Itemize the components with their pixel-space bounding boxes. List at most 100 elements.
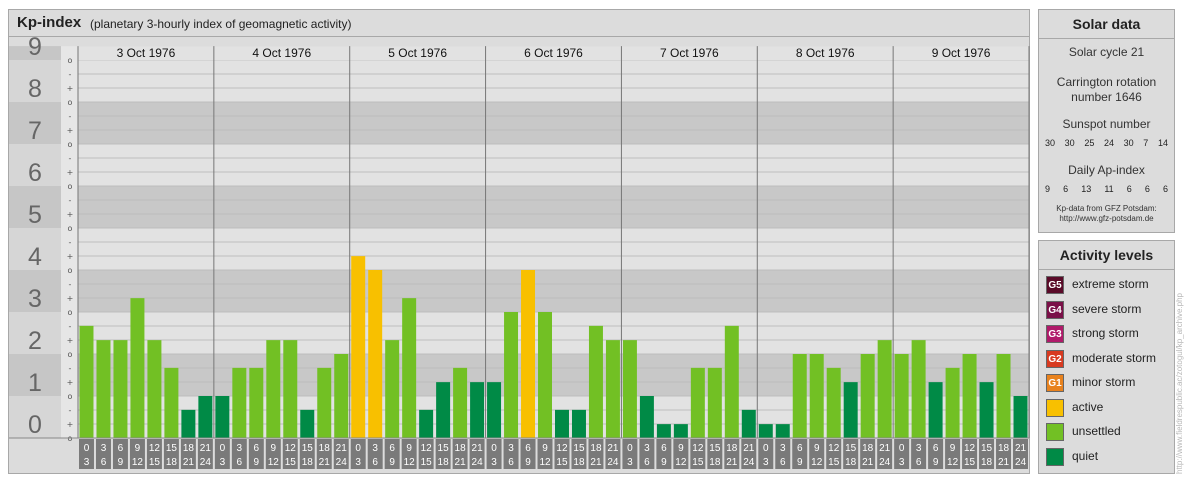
thirds-mark: -: [69, 322, 72, 331]
legend-swatch: G3: [1046, 325, 1064, 343]
sunspot-value: 24: [1103, 138, 1114, 148]
interval-end-label: 18: [845, 457, 857, 468]
y-tick-label: 6: [28, 159, 42, 187]
interval-start-label: 3: [916, 443, 922, 454]
kp-bar: [928, 382, 943, 438]
sunspot-value: 14: [1157, 138, 1168, 148]
interval-end-label: 6: [916, 457, 922, 468]
interval-end-label: 12: [268, 457, 280, 468]
legend-swatch: [1046, 423, 1064, 441]
interval-end-label: 15: [692, 457, 704, 468]
kp-bar: [605, 340, 620, 438]
interval-end-label: 18: [981, 457, 993, 468]
legend-label: minor storm: [1072, 375, 1136, 389]
interval-end-label: 3: [763, 457, 769, 468]
interval-end-label: 12: [811, 457, 823, 468]
interval-start-label: 0: [627, 443, 633, 454]
kp-bar: [96, 340, 111, 438]
sunspot-value: 30: [1045, 138, 1056, 148]
y-tick-label: 0: [28, 411, 42, 439]
activity-levels-title: Activity levels: [1039, 241, 1174, 270]
interval-end-label: 21: [590, 457, 602, 468]
interval-start-label: 15: [981, 443, 993, 454]
interval-end-label: 3: [899, 457, 905, 468]
kp-bar: [758, 424, 773, 438]
kp-bar: [300, 409, 315, 438]
interval-end-label: 24: [336, 457, 348, 468]
kp-bar: [690, 367, 705, 438]
thirds-mark: +: [67, 126, 74, 135]
interval-start-label: 0: [491, 443, 497, 454]
y-tick-label: 4: [28, 243, 42, 271]
legend-label: severe storm: [1072, 301, 1142, 316]
thirds-mark: +: [67, 252, 74, 261]
interval-end-label: 15: [556, 457, 568, 468]
interval-start-label: 12: [285, 443, 297, 454]
sunspot-values: 30 30 25 24 30 7 14: [1045, 138, 1168, 148]
kp-band: [78, 270, 1029, 312]
kp-bar: [1013, 396, 1028, 438]
thirds-mark: o: [68, 392, 73, 401]
interval-end-label: 15: [285, 457, 297, 468]
sunspot-label: Sunspot number: [1062, 117, 1151, 131]
interval-end-label: 18: [709, 457, 721, 468]
kp-bar: [996, 354, 1011, 438]
data-source-line2: http://www.gfz-potsdam.de: [1059, 214, 1154, 223]
thirds-mark: -: [69, 280, 72, 289]
interval-start-label: 18: [319, 443, 331, 454]
kp-bar: [504, 312, 519, 438]
solar-data-panel: Solar data Solar cycle 21 Carrington rot…: [1038, 9, 1175, 233]
kp-bar: [334, 354, 349, 438]
kp-bar: [843, 382, 858, 438]
interval-end-label: 21: [726, 457, 738, 468]
thirds-mark: -: [69, 70, 72, 79]
interval-start-label: 9: [542, 443, 548, 454]
kp-bar: [130, 298, 145, 438]
sunspot-value: 30: [1064, 138, 1075, 148]
thirds-mark: o: [68, 350, 73, 359]
interval-start-label: 9: [814, 443, 820, 454]
kp-bar: [249, 367, 264, 438]
carrington-rotation-line2: number 1646: [1071, 90, 1142, 104]
ap-index-value: 6: [1162, 184, 1168, 194]
kp-bar: [385, 340, 400, 438]
interval-start-label: 18: [998, 443, 1010, 454]
kp-bar: [894, 354, 909, 438]
sunspot-value: 7: [1143, 138, 1149, 148]
legend-swatch: [1046, 447, 1064, 466]
interval-start-label: 3: [508, 443, 514, 454]
interval-end-label: 24: [743, 457, 755, 468]
interval-end-label: 24: [472, 457, 484, 468]
kp-band: [78, 228, 1029, 270]
thirds-mark: +: [67, 168, 74, 177]
interval-end-label: 9: [389, 457, 395, 468]
interval-end-label: 21: [998, 457, 1010, 468]
day-label: 9 Oct 1976: [932, 46, 991, 60]
legend-swatch: G1: [1046, 374, 1064, 392]
interval-start-label: 9: [406, 443, 412, 454]
interval-start-label: 15: [166, 443, 178, 454]
kp-bar: [215, 396, 230, 438]
interval-start-label: 3: [644, 443, 650, 454]
interval-start-label: 9: [950, 443, 956, 454]
interval-start-label: 12: [421, 443, 433, 454]
interval-end-label: 12: [404, 457, 416, 468]
interval-end-label: 3: [355, 457, 361, 468]
kp-bar: [911, 340, 926, 438]
kp-bar: [571, 409, 586, 438]
interval-start-label: 0: [220, 443, 226, 454]
interval-end-label: 9: [254, 457, 260, 468]
interval-start-label: 3: [780, 443, 786, 454]
kp-bar: [775, 424, 790, 438]
interval-start-label: 6: [389, 443, 395, 454]
interval-start-label: 3: [237, 443, 243, 454]
kp-bar: [419, 409, 434, 438]
interval-end-label: 6: [780, 457, 786, 468]
interval-start-label: 0: [899, 443, 905, 454]
carrington-rotation-line1: Carrington rotation: [1056, 75, 1157, 89]
interval-start-label: 18: [590, 443, 602, 454]
interval-start-label: 6: [797, 443, 803, 454]
legend-swatch: G4: [1046, 300, 1064, 319]
interval-start-label: 6: [118, 443, 124, 454]
interval-end-label: 18: [573, 457, 585, 468]
